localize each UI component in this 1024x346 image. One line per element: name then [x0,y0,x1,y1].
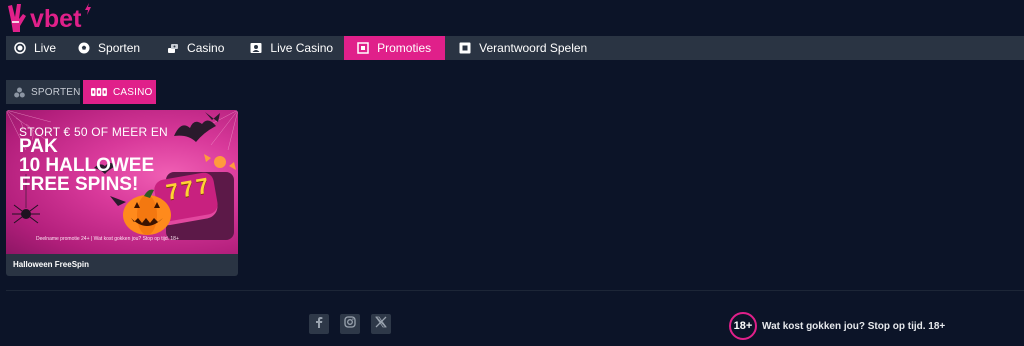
nav-item-verantwoord-spelen[interactable]: Verantwoord Spelen [445,36,598,60]
promo-banner[interactable]: STORT € 50 OF MEER EN PAK 10 HALLOWEE FR… [6,110,238,254]
promo-title: Halloween FreeSpin [13,260,90,269]
facebook-link[interactable] [309,314,329,334]
instagram-icon [344,315,356,333]
live-dot-icon [14,42,26,54]
nav-item-label: Live Casino [270,41,334,55]
tab-sporten[interactable]: SPORTEN [6,80,80,104]
nav-item-live[interactable]: Live [6,36,67,60]
promo-card[interactable]: STORT € 50 OF MEER EN PAK 10 HALLOWEE FR… [6,110,238,276]
tab-casino[interactable]: CASINO [83,80,156,104]
facebook-icon [314,315,324,333]
nav-item-label: Verantwoord Spelen [479,41,588,55]
banner-disclaimer: Deelname promotie 24+ | Wat kost gokken … [36,236,179,242]
main-nav: Live Sporten Casino Live Casino Promotie… [6,36,1024,60]
live-dealer-icon [250,42,262,54]
nav-item-promoties[interactable]: Promoties [344,36,446,60]
responsible-gambling-notice: 18+ Wat kost gokken jou? Stop op tijd. 1… [729,312,945,340]
nav-item-sporten[interactable]: Sporten [67,36,151,60]
soccer-ball-icon [78,42,90,54]
age-18-badge: 18+ [729,312,757,340]
sports-balls-icon [14,87,25,98]
bolt-icon [84,2,92,15]
instagram-link[interactable] [340,314,360,334]
tab-label: CASINO [113,86,153,98]
banner-headline: PAK 10 HALLOWEE FREE SPINS! [19,137,169,194]
x-icon [375,315,387,333]
banner-headline-pak: PAK [19,136,58,157]
casino-chips-icon [167,42,179,54]
banner-headline-free: FREE SPINS! [19,174,139,195]
nav-item-label: Casino [187,41,225,55]
banner-headline-spins: 10 HALLOWEE [19,155,155,176]
nav-item-label: Live [34,41,57,55]
nav-item-label: Promoties [377,41,432,55]
footer-divider [6,290,1024,291]
vbet-hand-icon [6,2,28,34]
logo-text: vbet [30,4,82,33]
header: vbet [0,0,1024,36]
tab-label: SPORTEN [31,86,81,98]
gift-icon [357,42,369,54]
slot-777-icon [91,88,107,96]
nav-item-casino[interactable]: Casino [151,36,235,60]
responsible-gaming-icon [459,42,471,54]
x-link[interactable] [371,314,391,334]
vbet-logo[interactable]: vbet [6,2,81,34]
responsible-gambling-text: Wat kost gokken jou? Stop op tijd. 18+ [762,320,946,332]
social-links [309,314,391,334]
category-tabs: SPORTEN CASINO [6,80,156,104]
nav-item-label: Sporten [98,41,141,55]
nav-item-live-casino[interactable]: Live Casino [235,36,344,60]
